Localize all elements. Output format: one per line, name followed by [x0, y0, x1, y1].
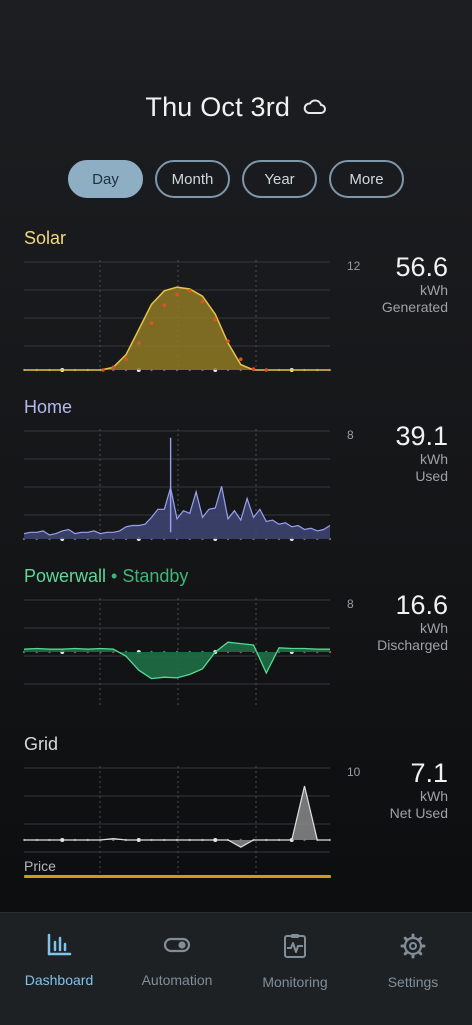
- forecast-point: [101, 368, 105, 372]
- solar-value: 56.6: [395, 252, 448, 282]
- forecast-point: [226, 339, 230, 343]
- home-title: Home: [24, 397, 73, 417]
- date-title: Thu Oct 3rd: [145, 92, 291, 122]
- bar-chart-icon: [46, 933, 72, 962]
- grid-desc: Net Used: [389, 805, 448, 821]
- forecast-point: [149, 321, 154, 325]
- nav-monitoring[interactable]: Monitoring: [236, 913, 354, 1025]
- grid-scale-label: 10: [347, 765, 361, 779]
- tab-day[interactable]: Day: [68, 160, 143, 198]
- nav-settings-label: Settings: [387, 974, 439, 990]
- powerwall-title: Powerwall: [24, 566, 107, 586]
- date-header: Thu Oct 3rd: [0, 92, 472, 123]
- gear-icon: [400, 933, 426, 964]
- home-scale-label: 8: [347, 428, 354, 442]
- price-bar: [24, 875, 331, 878]
- nav-dashboard-label: Dashboard: [24, 972, 94, 988]
- powerwall-desc: Discharged: [377, 637, 448, 653]
- solar-value-block: 56.6 kWh Generated: [382, 252, 448, 316]
- grid-value-block: 7.1 kWh Net Used: [390, 758, 448, 822]
- solar-scale-label: 12: [347, 259, 361, 273]
- clipboard-pulse-icon: [282, 933, 308, 964]
- powerwall-title-row: Powerwall • Standby: [24, 566, 188, 587]
- powerwall-chart[interactable]: [22, 590, 334, 710]
- tab-more[interactable]: More: [329, 160, 404, 198]
- grid-chart[interactable]: [22, 758, 334, 878]
- home-value: 39.1: [395, 421, 448, 451]
- forecast-point: [213, 317, 218, 322]
- forecast-point: [175, 292, 179, 297]
- forecast-point: [124, 357, 128, 361]
- forecast-point: [238, 357, 243, 361]
- grid-unit: kWh: [420, 788, 448, 804]
- nav-settings[interactable]: Settings: [354, 913, 472, 1025]
- solar-area: [24, 287, 330, 370]
- tab-year[interactable]: Year: [242, 160, 317, 198]
- solar-title: Solar: [24, 228, 67, 248]
- solar-desc: Generated: [381, 299, 448, 315]
- toggle-icon: [163, 933, 191, 962]
- nav-dashboard[interactable]: Dashboard: [0, 913, 118, 1025]
- grid-value: 7.1: [410, 758, 448, 788]
- forecast-point: [264, 368, 269, 372]
- home-unit: kWh: [420, 451, 448, 467]
- forecast-point: [251, 367, 256, 371]
- solar-unit: kWh: [420, 282, 448, 298]
- grid-area: [24, 786, 330, 848]
- period-tabs: Day Month Year More: [68, 160, 404, 198]
- bottom-nav: Dashboard Automation Monitoring Settings: [0, 912, 472, 1025]
- solar-chart[interactable]: [22, 252, 334, 372]
- home-area: [24, 486, 330, 539]
- forecast-point: [162, 303, 167, 307]
- home-chart[interactable]: [22, 421, 334, 541]
- forecast-point: [111, 365, 116, 370]
- forecast-point: [200, 299, 205, 304]
- forecast-point: [136, 341, 141, 345]
- powerwall-scale-label: 8: [347, 597, 354, 611]
- tab-month[interactable]: Month: [155, 160, 230, 198]
- grid-line: [24, 785, 330, 848]
- grid-title: Grid: [24, 734, 59, 754]
- price-label: Price: [24, 858, 56, 874]
- nav-monitoring-label: Monitoring: [262, 974, 328, 990]
- nav-automation-label: Automation: [141, 972, 213, 988]
- home-value-block: 39.1 kWh Used: [395, 421, 448, 485]
- powerwall-status: • Standby: [111, 566, 189, 586]
- powerwall-value-block: 16.6 kWh Discharged: [377, 590, 448, 654]
- nav-automation[interactable]: Automation: [118, 913, 236, 1025]
- forecast-point: [187, 289, 192, 293]
- home-desc: Used: [415, 468, 448, 484]
- powerwall-unit: kWh: [420, 620, 448, 636]
- cloud-icon: [303, 98, 327, 121]
- powerwall-value: 16.6: [395, 590, 448, 620]
